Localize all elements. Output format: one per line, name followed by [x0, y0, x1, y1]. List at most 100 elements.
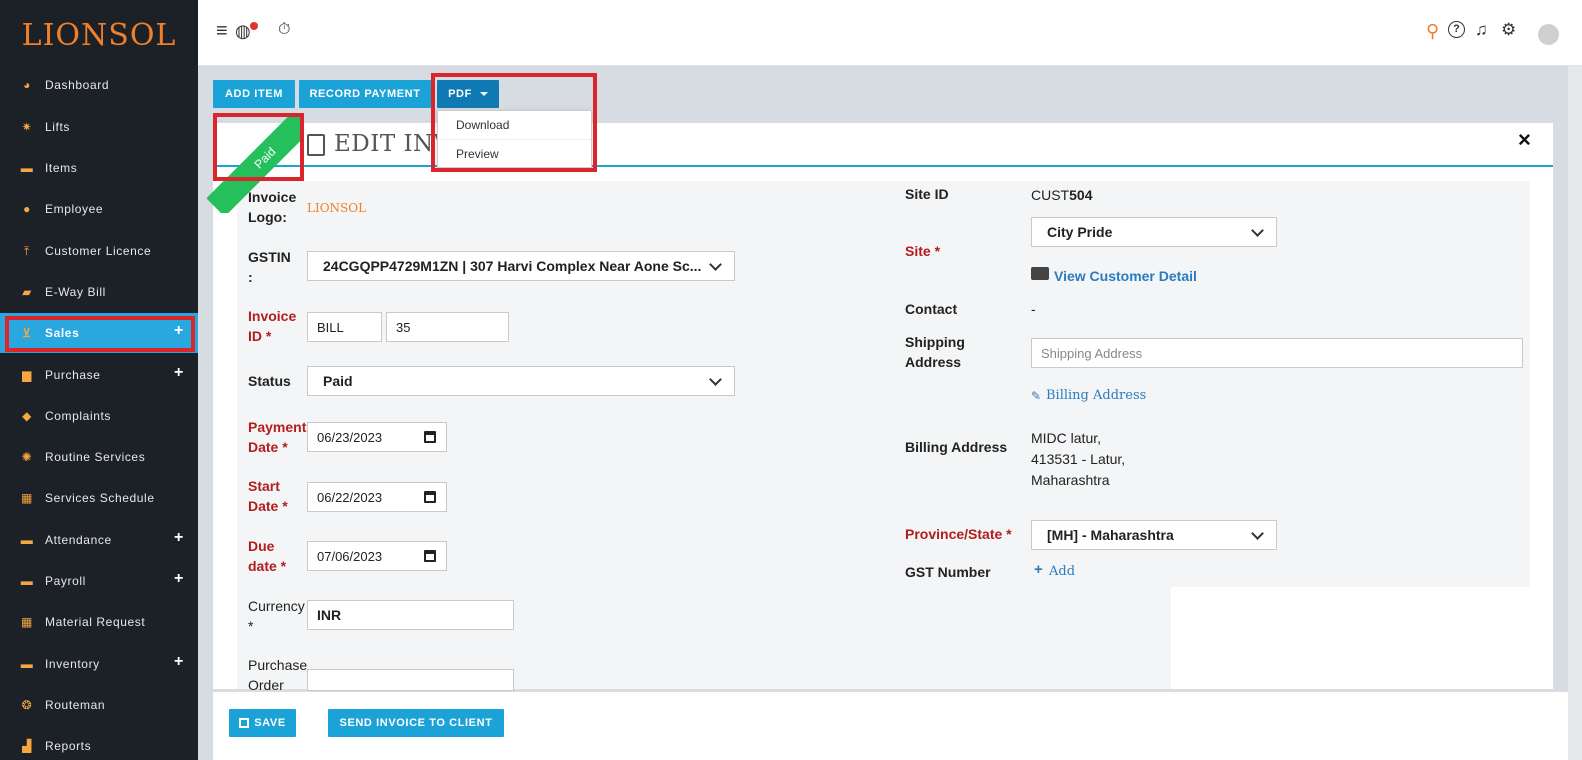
pencil-icon: ✎ [1031, 389, 1042, 403]
sidebar-item-material-request[interactable]: ▦ Material Request [0, 602, 198, 642]
province-state-select[interactable]: [MH] - Maharashtra [1031, 520, 1277, 550]
help-icon[interactable]: ? [1448, 21, 1465, 38]
billing-address-value: MIDC latur, 413531 - Latur, Maharashtra [1031, 428, 1125, 491]
gstin-label: GSTIN : [248, 249, 291, 285]
billing-address-label: Billing Address [905, 439, 1008, 455]
invoice-number-input[interactable]: 35 [386, 312, 509, 342]
sidebar-item-routine-services[interactable]: ✺ Routine Services [0, 437, 198, 477]
sidebar-item-dashboard[interactable]: ◕ Dashboard [0, 65, 198, 105]
sidebar-item-inventory[interactable]: ▬ Inventory + [0, 644, 198, 684]
gears-icon: ✺ [21, 450, 33, 464]
menu-item-preview[interactable]: Preview [438, 140, 591, 169]
sidebar: LIONSOL ◕ Dashboard ✷ Lifts ▬ Items ● Employee ⤒… [0, 0, 198, 760]
sidebar-item-sales[interactable]: ⊻ Sales + [0, 313, 198, 353]
sidebar-item-label: Inventory [45, 657, 100, 671]
purchase-order-input[interactable] [307, 669, 514, 691]
gstin-select-value: 24CGQPP4729M1ZN | 307 Harvi Complex Near… [323, 258, 702, 274]
archive-icon: ▬ [20, 161, 34, 175]
sidebar-item-purchase[interactable]: ▆ Purchase + [0, 355, 198, 395]
id-card-icon [1031, 267, 1049, 280]
sidebar-item-label: Sales [45, 326, 80, 340]
sidebar-item-label: Items [45, 161, 78, 175]
expand-plus-icon[interactable]: + [174, 365, 184, 381]
settings-icon[interactable]: ⚙ [1501, 20, 1516, 40]
sidebar-item-services-schedule[interactable]: ▦ Services Schedule [0, 478, 198, 518]
sidebar-item-complaints[interactable]: ◆ Complaints [0, 396, 198, 436]
expand-plus-icon[interactable]: + [174, 654, 184, 670]
sidebar-item-attendance[interactable]: ▬ Attendance + [0, 520, 198, 560]
sidebar-item-e-way-bill[interactable]: ▰ E-Way Bill [0, 272, 198, 312]
archive-icon: ▬ [20, 657, 34, 671]
save-button[interactable]: SAVE [229, 709, 296, 737]
users-icon: ❂ [21, 698, 33, 712]
view-customer-link[interactable]: View Customer Detail [1054, 268, 1197, 284]
caret-down-icon [479, 92, 488, 96]
send-invoice-button[interactable]: SEND INVOICE TO CLIENT [328, 709, 504, 737]
gear-icon: ✷ [21, 120, 33, 134]
gst-number-label: GST Number [905, 564, 991, 580]
currency-input[interactable]: INR [307, 600, 514, 630]
sidebar-item-payroll[interactable]: ▬ Payroll + [0, 561, 198, 601]
grid-icon: ▦ [21, 491, 33, 505]
site-select[interactable]: City Pride [1031, 217, 1277, 247]
plus-icon: + [1034, 561, 1043, 578]
billing-line: Maharashtra [1031, 472, 1110, 488]
calendar-icon[interactable] [424, 491, 436, 503]
timer-icon[interactable]: ⏱ [278, 21, 290, 39]
avatar[interactable] [1538, 24, 1559, 45]
truck-icon: ▰ [22, 285, 32, 299]
sidebar-item-label: Purchase [45, 368, 101, 382]
notification-dot [250, 22, 258, 30]
site-id-label: Site ID [905, 186, 949, 202]
chevron-down-icon [1251, 224, 1264, 237]
expand-plus-icon[interactable]: + [174, 530, 184, 546]
due-date-input[interactable]: 07/06/2023 [307, 541, 447, 571]
bell-icon[interactable]: ♫ [1475, 20, 1488, 40]
grid-icon: ▦ [21, 615, 33, 629]
sidebar-item-label: E-Way Bill [45, 285, 106, 299]
site-select-value: City Pride [1047, 224, 1113, 240]
record-payment-button[interactable]: RECORD PAYMENT [299, 80, 431, 108]
search-icon[interactable]: ⚲ [1426, 21, 1439, 42]
floppy-icon [239, 718, 250, 728]
add-item-button[interactable]: ADD ITEM [213, 80, 295, 108]
payment-date-input[interactable]: 06/23/2023 [307, 422, 447, 452]
contact-value: - [1031, 301, 1036, 317]
brand-logo[interactable]: LIONSOL [0, 0, 198, 70]
chevron-down-icon [1251, 527, 1264, 540]
gstin-select[interactable]: 24CGQPP4729M1ZN | 307 Harvi Complex Near… [307, 251, 735, 281]
status-select[interactable]: Paid [307, 366, 735, 396]
invoice-logo-image[interactable]: LIONSOL [307, 201, 366, 215]
calendar-icon[interactable] [424, 431, 436, 443]
sidebar-item-label: Reports [45, 739, 92, 753]
sidebar-item-customer-licence[interactable]: ⤒ Customer Licence [0, 231, 198, 271]
sidebar-item-items[interactable]: ▬ Items [0, 148, 198, 188]
shipping-address-input[interactable]: Shipping Address [1031, 338, 1523, 368]
sidebar-item-lifts[interactable]: ✷ Lifts [0, 107, 198, 147]
add-gst-link[interactable]: Add [1049, 564, 1075, 579]
top-bar: ≡ ◍ ⏱ ⚲ ? ♫ ⚙ [198, 0, 1582, 66]
expand-plus-icon[interactable]: + [174, 323, 184, 339]
pdf-button-label: PDF [448, 88, 472, 100]
province-state-value: [MH] - Maharashtra [1047, 527, 1174, 543]
user-icon: ● [23, 202, 31, 216]
menu-icon[interactable]: ≡ [216, 20, 228, 43]
scrollbar[interactable] [1568, 66, 1582, 760]
due-date-label: Due date * [248, 538, 287, 574]
expand-plus-icon[interactable]: + [174, 571, 184, 587]
sidebar-item-reports[interactable]: ▟ Reports [0, 726, 198, 760]
sidebar-item-label: Dashboard [45, 78, 110, 92]
pdf-button[interactable]: PDF [437, 80, 499, 108]
sidebar-item-label: Lifts [45, 120, 71, 134]
calendar-icon[interactable] [424, 550, 436, 562]
start-date-input[interactable]: 06/22/2023 [307, 482, 447, 512]
menu-item-download[interactable]: Download [438, 111, 591, 140]
close-icon[interactable]: × [1518, 127, 1531, 153]
sidebar-item-routeman[interactable]: ❂ Routeman [0, 685, 198, 725]
status-select-value: Paid [323, 373, 353, 389]
invoice-prefix-input[interactable]: BILL [307, 312, 382, 342]
status-label: Status [248, 373, 291, 389]
sidebar-item-employee[interactable]: ● Employee [0, 189, 198, 229]
billing-address-link[interactable]: Billing Address [1046, 388, 1146, 403]
globe-icon[interactable]: ◍ [235, 21, 251, 42]
